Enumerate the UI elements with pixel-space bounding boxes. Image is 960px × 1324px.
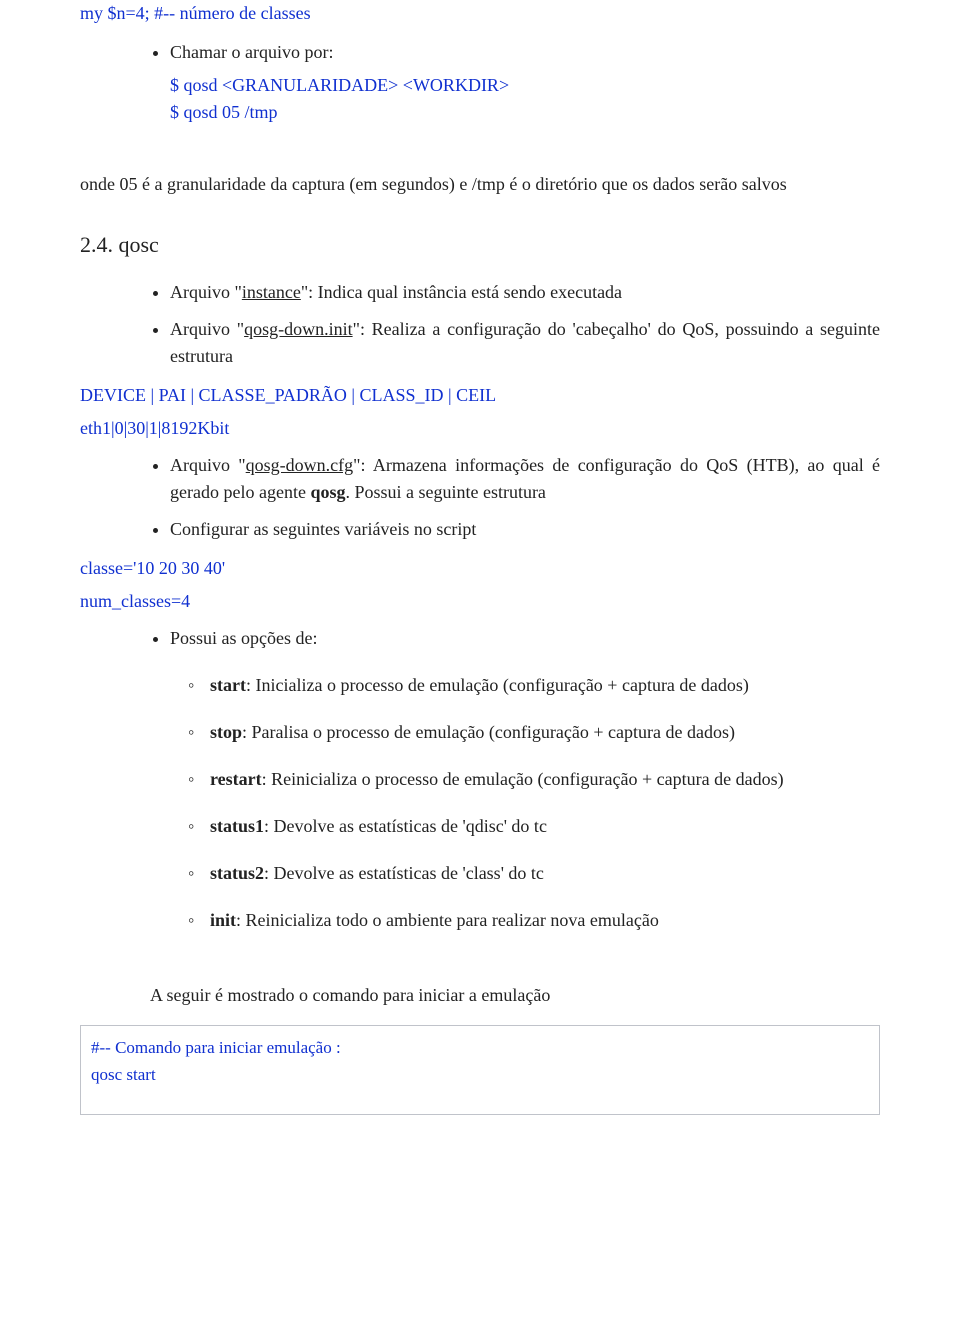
section-heading: 2.4. qosc bbox=[80, 228, 880, 261]
option-name: restart bbox=[210, 769, 262, 789]
list-item: Arquivo "instance": Indica qual instânci… bbox=[170, 279, 880, 306]
list-item: Chamar o arquivo por: $ qosd <GRANULARID… bbox=[170, 39, 880, 126]
text: onde 05 é a granularidade da captura (em… bbox=[80, 171, 880, 198]
text: Possui as opções de: bbox=[170, 628, 318, 648]
code-line: $ qosd 05 /tmp bbox=[170, 99, 880, 126]
option-desc: : Devolve as estatísticas de 'qdisc' do … bbox=[264, 816, 547, 836]
bold-term: qosg bbox=[310, 482, 345, 502]
bullet-block-4: Possui as opções de: bbox=[80, 625, 880, 652]
option-name: init bbox=[210, 910, 236, 930]
code-line: $ qosd <GRANULARIDADE> <WORKDIR> bbox=[170, 72, 880, 99]
list-item: start: Inicializa o processo de emulação… bbox=[210, 672, 880, 699]
page: my $n=4; #-- número de classes Chamar o … bbox=[0, 0, 960, 1155]
closing-paragraph: A seguir é mostrado o comando para inici… bbox=[80, 982, 880, 1009]
list-item: status1: Devolve as estatísticas de 'qdi… bbox=[210, 813, 880, 840]
code-line: #-- Comando para iniciar emulação : bbox=[91, 1034, 869, 1061]
text: Arquivo " bbox=[170, 319, 244, 339]
list-item: stop: Paralisa o processo de emulação (c… bbox=[210, 719, 880, 746]
list-item: Configurar as seguintes variáveis no scr… bbox=[170, 516, 880, 543]
code-line: eth1|0|30|1|8192Kbit bbox=[80, 415, 880, 442]
bullet-block-3: Arquivo "qosg-down.cfg": Armazena inform… bbox=[80, 452, 880, 543]
underlined-term: qosg-down.cfg bbox=[246, 455, 353, 475]
text: ": Indica qual instância está sendo exec… bbox=[301, 282, 622, 302]
option-name: stop bbox=[210, 722, 242, 742]
list-item: status2: Devolve as estatísticas de 'cla… bbox=[210, 860, 880, 887]
code-line: classe='10 20 30 40' bbox=[80, 555, 880, 582]
list-item: restart: Reinicializa o processo de emul… bbox=[210, 766, 880, 793]
paragraph-wrap: onde 05 é a granularidade da captura (em… bbox=[80, 144, 880, 198]
option-name: start bbox=[210, 675, 246, 695]
text: Chamar o arquivo por: bbox=[170, 42, 333, 62]
list-item: Arquivo "qosg-down.init": Realiza a conf… bbox=[170, 316, 880, 370]
list-item: init: Reinicializa todo o ambiente para … bbox=[210, 907, 880, 934]
option-desc: : Reinicializa o processo de emulação (c… bbox=[262, 769, 784, 789]
list-item: Possui as opções de: bbox=[170, 625, 880, 652]
text: Arquivo " bbox=[170, 455, 246, 475]
code-line: DEVICE | PAI | CLASSE_PADRÃO | CLASS_ID … bbox=[80, 382, 880, 409]
bullet-block-2: Arquivo "instance": Indica qual instânci… bbox=[80, 279, 880, 370]
sub-bullet-block: start: Inicializa o processo de emulação… bbox=[80, 672, 880, 934]
option-desc: : Inicializa o processo de emulação (con… bbox=[246, 675, 749, 695]
text: . Possui a seguinte estrutura bbox=[345, 482, 545, 502]
option-name: status2 bbox=[210, 863, 264, 883]
text: Arquivo " bbox=[170, 282, 242, 302]
option-name: status1 bbox=[210, 816, 264, 836]
option-desc: : Paralisa o processo de emulação (confi… bbox=[242, 722, 735, 742]
list-item: Arquivo "qosg-down.cfg": Armazena inform… bbox=[170, 452, 880, 506]
option-desc: : Reinicializa todo o ambiente para real… bbox=[236, 910, 659, 930]
bullet-block-1: Chamar o arquivo por: $ qosd <GRANULARID… bbox=[80, 39, 880, 126]
footer-command-box: #-- Comando para iniciar emulação : qosc… bbox=[80, 1025, 880, 1115]
code-line: qosc start bbox=[91, 1061, 869, 1088]
option-desc: : Devolve as estatísticas de 'class' do … bbox=[264, 863, 544, 883]
code-top: my $n=4; #-- número de classes bbox=[80, 0, 880, 27]
underlined-term: qosg-down.init bbox=[244, 319, 353, 339]
text: Configurar as seguintes variáveis no scr… bbox=[170, 519, 476, 539]
underlined-term: instance bbox=[242, 282, 301, 302]
code-line: num_classes=4 bbox=[80, 588, 880, 615]
